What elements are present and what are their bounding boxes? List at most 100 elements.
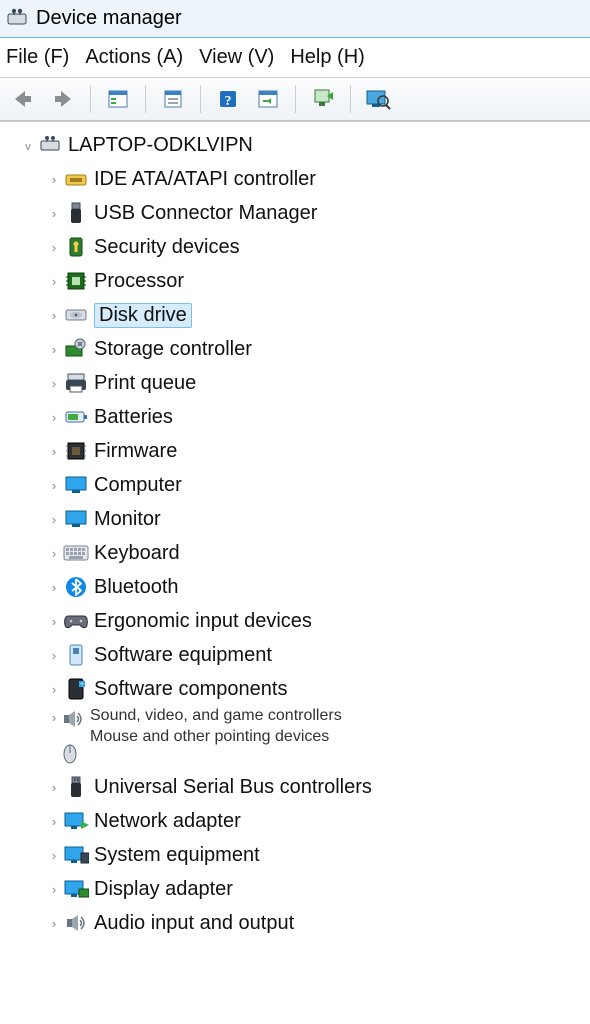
expand-toggle-icon[interactable] bbox=[46, 682, 62, 697]
expand-toggle-icon[interactable] bbox=[46, 444, 62, 459]
menu-view[interactable]: View (V) bbox=[199, 46, 274, 69]
tree-root-label: LAPTOP-ODKLVIPN bbox=[68, 134, 253, 157]
tree-category-9[interactable]: Computer bbox=[6, 468, 590, 502]
monitor-blue-icon bbox=[62, 509, 90, 529]
menu-actions[interactable]: Actions (A) bbox=[85, 46, 183, 69]
device-manager-icon bbox=[6, 8, 28, 30]
monitor-blue-icon bbox=[62, 475, 90, 495]
security-device-icon bbox=[62, 235, 90, 259]
toolbar: ? bbox=[0, 78, 590, 122]
keyboard-icon bbox=[62, 545, 90, 561]
tree-category-label: Software equipment bbox=[94, 644, 272, 667]
svg-text:?: ? bbox=[225, 94, 232, 109]
tree-category-label: IDE ATA/ATAPI controller bbox=[94, 168, 316, 191]
tree-category-13[interactable]: Ergonomic input devices bbox=[6, 604, 590, 638]
tree-category-label: Batteries bbox=[94, 406, 173, 429]
toolbar-separator bbox=[295, 85, 296, 113]
tree-category-18[interactable]: Network adapter bbox=[6, 804, 590, 838]
menu-help[interactable]: Help (H) bbox=[290, 46, 364, 69]
tree-category-label: Network adapter bbox=[94, 810, 241, 833]
expand-toggle-icon[interactable] bbox=[46, 240, 62, 255]
expand-toggle-icon[interactable] bbox=[20, 138, 36, 153]
tree-root[interactable]: LAPTOP-ODKLVIPN bbox=[6, 128, 590, 162]
back-button[interactable] bbox=[6, 83, 40, 115]
menubar: File (F) Actions (A) View (V) Help (H) bbox=[0, 38, 590, 78]
tree-category-5[interactable]: Storage controller bbox=[6, 332, 590, 366]
expand-toggle-icon[interactable] bbox=[46, 648, 62, 663]
display-adapter-icon bbox=[62, 879, 90, 899]
forward-button[interactable] bbox=[46, 83, 80, 115]
battery-icon bbox=[62, 408, 90, 426]
tree-category-10[interactable]: Monitor bbox=[6, 502, 590, 536]
tree-category-14[interactable]: Software equipment bbox=[6, 638, 590, 672]
expand-toggle-icon[interactable] bbox=[46, 614, 62, 629]
tree-category-label: Computer bbox=[94, 474, 182, 497]
storage-controller-icon bbox=[62, 338, 90, 360]
tree-category-label: Processor bbox=[94, 270, 184, 293]
tree-category-label: Monitor bbox=[94, 508, 161, 531]
expand-toggle-icon[interactable] bbox=[46, 780, 62, 795]
tree-category-label: Security devices bbox=[94, 236, 240, 259]
expand-toggle-icon[interactable] bbox=[46, 308, 62, 323]
software-component-icon: + bbox=[62, 677, 90, 701]
computer-root-icon bbox=[36, 135, 64, 155]
properties-button[interactable] bbox=[156, 83, 190, 115]
tree-category-label: Audio input and output bbox=[94, 912, 294, 935]
expand-toggle-icon[interactable] bbox=[46, 410, 62, 425]
printer-icon bbox=[62, 372, 90, 394]
expand-toggle-icon[interactable] bbox=[46, 172, 62, 187]
show-hide-console-tree-button[interactable] bbox=[101, 83, 135, 115]
device-tree[interactable]: LAPTOP-ODKLVIPN IDE ATA/ATAPI controller… bbox=[0, 122, 590, 940]
tree-category-2[interactable]: Security devices bbox=[6, 230, 590, 264]
tree-category-20[interactable]: Display adapter bbox=[6, 872, 590, 906]
speaker-icon bbox=[62, 912, 90, 934]
svg-text:+: + bbox=[80, 682, 84, 688]
tree-category-label: System equipment bbox=[94, 844, 260, 867]
tree-category-7[interactable]: Batteries bbox=[6, 400, 590, 434]
devices-by-connection-button[interactable] bbox=[361, 83, 395, 115]
expand-toggle-icon[interactable] bbox=[46, 376, 62, 391]
tree-category-12[interactable]: Bluetooth bbox=[6, 570, 590, 604]
ide-controller-icon bbox=[62, 169, 90, 189]
menu-file[interactable]: File (F) bbox=[6, 46, 69, 69]
tree-category-16[interactable]: Sound, video, and game controllers Mouse… bbox=[6, 706, 590, 770]
tree-category-label: Keyboard bbox=[94, 542, 180, 565]
game-controller-icon bbox=[62, 612, 90, 630]
tree-category-label: USB Connector Manager bbox=[94, 202, 317, 225]
expand-toggle-icon[interactable] bbox=[46, 478, 62, 493]
expand-toggle-icon[interactable] bbox=[46, 580, 62, 595]
tree-category-label: Print queue bbox=[94, 372, 196, 395]
expand-toggle-icon[interactable] bbox=[46, 546, 62, 561]
action-button[interactable] bbox=[251, 83, 285, 115]
help-button[interactable]: ? bbox=[211, 83, 245, 115]
network-adapter-icon bbox=[62, 811, 90, 831]
expand-toggle-icon[interactable] bbox=[46, 916, 62, 931]
toolbar-separator bbox=[200, 85, 201, 113]
expand-toggle-icon[interactable] bbox=[46, 512, 62, 527]
tree-category-15[interactable]: + Software components bbox=[6, 672, 590, 706]
tree-category-11[interactable]: Keyboard bbox=[6, 536, 590, 570]
scan-hardware-button[interactable] bbox=[306, 83, 340, 115]
expand-toggle-icon[interactable] bbox=[46, 274, 62, 289]
expand-toggle-icon[interactable] bbox=[46, 814, 62, 829]
bluetooth-icon bbox=[62, 576, 90, 598]
tree-category-4[interactable]: Disk drive bbox=[6, 298, 590, 332]
expand-toggle-icon[interactable] bbox=[46, 342, 62, 357]
tree-category-1[interactable]: USB Connector Manager bbox=[6, 196, 590, 230]
expand-toggle-icon[interactable] bbox=[46, 882, 62, 897]
expand-toggle-icon[interactable] bbox=[46, 848, 62, 863]
tree-category-0[interactable]: IDE ATA/ATAPI controller bbox=[6, 162, 590, 196]
tree-category-label: Ergonomic input devices bbox=[94, 610, 312, 633]
tree-category-17[interactable]: Universal Serial Bus controllers bbox=[6, 770, 590, 804]
expand-toggle-icon[interactable] bbox=[46, 206, 62, 221]
tree-category-8[interactable]: Firmware bbox=[6, 434, 590, 468]
tree-category-6[interactable]: Print queue bbox=[6, 366, 590, 400]
tree-category-21[interactable]: Audio input and output bbox=[6, 906, 590, 940]
tree-category-label: Universal Serial Bus controllers bbox=[94, 776, 372, 799]
tree-category-label: Software components bbox=[94, 678, 287, 701]
tree-category-3[interactable]: Processor bbox=[6, 264, 590, 298]
expand-toggle-icon[interactable] bbox=[46, 710, 62, 725]
tree-category-19[interactable]: System equipment bbox=[6, 838, 590, 872]
software-equipment-icon bbox=[62, 643, 90, 667]
tree-category-label: Bluetooth bbox=[94, 576, 179, 599]
